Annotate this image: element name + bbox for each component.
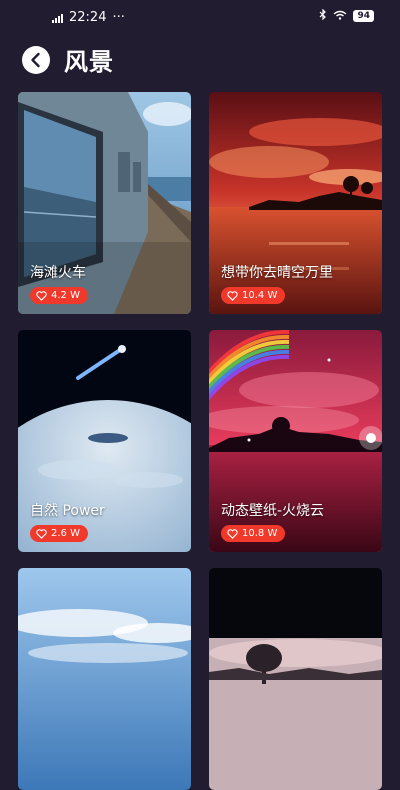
card-label: 想带你去晴空万里 — [221, 265, 333, 281]
status-dots: ··· — [112, 10, 125, 25]
blue-sky-clouds-image — [18, 568, 191, 790]
like-badge[interactable]: 4.2 W — [30, 287, 88, 304]
heart-icon — [36, 290, 47, 301]
wallpaper-card-nature-power[interactable]: 自然 Power 2.6 W — [18, 330, 191, 552]
card-label: 自然 Power — [30, 503, 105, 519]
wallpaper-card-beach-train[interactable]: 海滩火车 4.2 W — [18, 92, 191, 314]
like-badge[interactable]: 10.8 W — [221, 525, 286, 542]
card-label: 动态壁纸-火烧云 — [221, 503, 325, 519]
like-count: 2.6 W — [51, 528, 80, 539]
bluetooth-icon — [319, 8, 327, 23]
like-badge[interactable]: 10.4 W — [221, 287, 286, 304]
wallpaper-card-sky-clouds[interactable] — [18, 568, 191, 790]
status-right: 94 — [319, 8, 374, 23]
heart-icon — [36, 528, 47, 539]
wifi-icon — [333, 10, 347, 23]
signal-icon — [52, 13, 63, 23]
like-count: 4.2 W — [51, 290, 80, 301]
status-left: 22:24 ··· — [52, 10, 125, 25]
back-button[interactable] — [22, 46, 50, 74]
page-title: 风景 — [64, 48, 114, 76]
like-badge[interactable]: 2.6 W — [30, 525, 88, 542]
wallpaper-card-sunny-sky[interactable]: 想带你去晴空万里 10.4 W — [209, 92, 382, 314]
header: 风景 — [0, 38, 400, 82]
card-label: 海滩火车 — [30, 265, 86, 281]
battery-indicator: 94 — [353, 10, 374, 22]
like-count: 10.8 W — [242, 528, 278, 539]
wallpaper-card-fire-clouds[interactable]: 动态壁纸-火烧云 10.8 W — [209, 330, 382, 552]
wallpaper-card-dusk-town[interactable] — [209, 568, 382, 790]
like-count: 10.4 W — [242, 290, 278, 301]
chevron-left-icon — [31, 52, 40, 68]
dusk-town-image — [209, 568, 382, 790]
status-time: 22:24 — [69, 10, 107, 25]
status-bar: 22:24 ··· 94 — [0, 0, 400, 34]
heart-icon — [227, 290, 238, 301]
heart-icon — [227, 528, 238, 539]
